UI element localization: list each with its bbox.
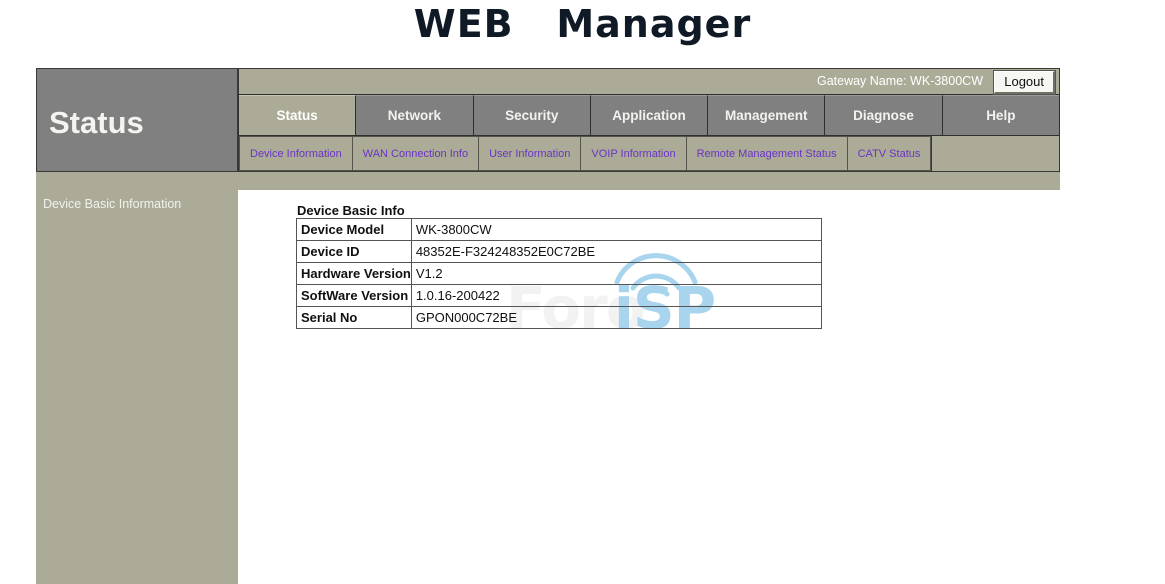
tab-diagnose[interactable]: Diagnose [825,95,943,135]
subnav-item-wan-connection-info-label: WAN Connection Info [362,147,469,160]
main-header-region: Gateway Name: WK-3800CW Logout Status Ne… [238,68,1060,190]
table-row: Serial No GPON000C72BE [296,306,823,329]
tab-application-label: Application [612,108,686,123]
sidebar: Status Device Basic Information [36,68,238,584]
main-navigation: Status Network Security Application Mana… [238,94,1060,136]
row-label: Device ID [296,240,412,263]
tab-status-label: Status [276,108,318,123]
subnav-item-voip-information-label: VOIP Information [591,147,676,160]
row-label: Hardware Version [296,262,412,285]
subnav-item-voip-information[interactable]: VOIP Information [581,136,687,171]
section-title: Device Basic Info [297,203,405,218]
subnav-item-remote-management-status[interactable]: Remote Management Status [686,136,848,171]
row-value: WK-3800CW [410,218,823,241]
tab-application[interactable]: Application [590,95,709,135]
sidebar-header-label: Status [49,105,144,140]
subnav-item-wan-connection-info[interactable]: WAN Connection Info [352,136,480,171]
table-row: SoftWare Version 1.0.16-200422 [296,284,823,307]
sidebar-item-label: Device Basic Information [43,197,182,211]
sub-navigation: Device Information WAN Connection Info U… [238,136,1060,172]
row-label: Device Model [296,218,412,241]
row-value: 48352E-F324248352E0C72BE [410,240,823,263]
content-area: Foro iSP Device Basic Info Device Model … [238,190,1165,584]
tab-help[interactable]: Help [942,95,1059,135]
device-basic-info-table: Device Model WK-3800CW Device ID 48352E-… [296,218,823,329]
tab-security[interactable]: Security [473,95,591,135]
subnav-item-catv-status-label: CATV Status [857,147,921,160]
table-row: Device Model WK-3800CW [296,218,823,241]
topbar: Gateway Name: WK-3800CW Logout [238,68,1060,95]
tab-network[interactable]: Network [356,95,474,135]
row-value: 1.0.16-200422 [410,284,823,307]
subnav-item-device-information-label: Device Information [250,147,342,160]
subnav-item-catv-status[interactable]: CATV Status [847,136,932,171]
header-band [238,172,1060,190]
sub-navigation-items: Device Information WAN Connection Info U… [239,136,933,171]
row-value: V1.2 [410,262,823,285]
sidebar-header: Status [36,68,238,172]
gateway-name-label: Gateway Name: WK-3800CW [816,74,983,88]
page-root: WEB Manager Status Device Basic Informat… [0,0,1165,584]
tab-security-label: Security [505,108,559,123]
subnav-item-user-information[interactable]: User Information [479,136,582,171]
table-row: Hardware Version V1.2 [296,262,823,285]
subnav-filler [932,136,1059,171]
table-row: Device ID 48352E-F324248352E0C72BE [296,240,823,263]
tab-help-label: Help [986,108,1016,123]
sidebar-menu: Device Basic Information [36,190,238,218]
subnav-item-user-information-label: User Information [489,147,571,160]
logout-button[interactable]: Logout [993,70,1056,95]
row-label: SoftWare Version [296,284,412,307]
row-value: GPON000C72BE [410,306,823,329]
page-title: WEB Manager [413,2,752,46]
row-label: Serial No [296,306,412,329]
tab-diagnose-label: Diagnose [853,108,914,123]
subnav-item-device-information[interactable]: Device Information [239,136,353,171]
tab-status[interactable]: Status [239,95,357,135]
tab-management[interactable]: Management [708,95,826,135]
tab-management-label: Management [725,108,808,123]
tab-network-label: Network [387,108,442,123]
subnav-item-remote-management-status-label: Remote Management Status [696,147,837,160]
sidebar-item-device-basic-information[interactable]: Device Basic Information [36,190,238,218]
